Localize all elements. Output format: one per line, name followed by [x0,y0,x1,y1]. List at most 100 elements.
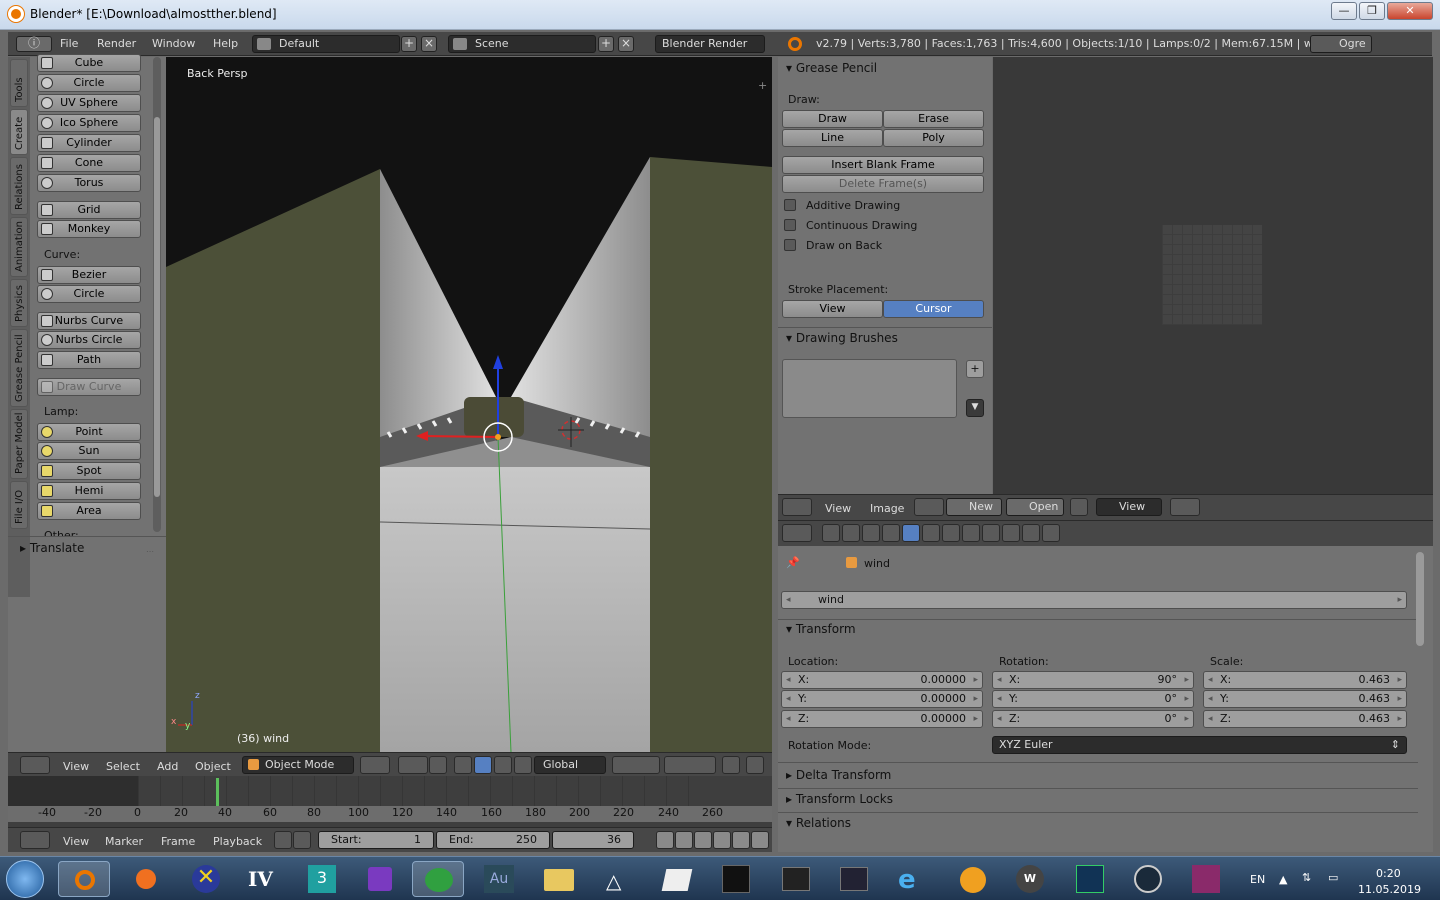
mode-dropdown[interactable]: Object Mode [242,756,354,774]
scene-tab-icon[interactable] [862,524,880,542]
stroke-cursor-button[interactable]: Cursor [883,300,984,318]
layers-group-2[interactable] [664,756,716,774]
gp-line-button[interactable]: Line [782,129,883,147]
add-bezier-button[interactable]: Bezier [37,266,141,284]
image-menu-view[interactable]: View [825,502,851,515]
delta-transform-header[interactable]: ▸ Delta Transform [786,768,891,782]
taskbar-ie[interactable]: e [884,861,936,897]
start-button[interactable] [6,860,44,898]
tab-animation[interactable]: Animation [10,217,28,277]
editor-type-image-button[interactable] [782,498,812,516]
menu-render[interactable]: Render [97,37,136,50]
tab-grease-pencil[interactable]: Grease Pencil [10,329,28,407]
current-frame-marker[interactable] [216,778,219,808]
texture-tab-icon[interactable] [1002,524,1020,542]
scene-dropdown[interactable]: Scene [448,35,596,53]
image-view-mode-dropdown[interactable]: View [1096,498,1162,516]
taskbar-app-3[interactable]: ✕ [180,861,232,897]
taskbar-app-10[interactable]: △ [592,861,644,897]
taskbar-app-w[interactable]: W [1004,861,1056,897]
gp-draw-button[interactable]: Draw [782,110,883,128]
pivot-point-button[interactable] [398,756,428,774]
remove-layout-button[interactable]: × [421,36,437,52]
modifiers-tab-icon[interactable] [942,524,960,542]
drawing-brushes-header[interactable]: ▾ Drawing Brushes [786,331,898,345]
add-cube-button[interactable]: Cube [37,54,141,72]
timeline-menu-frame[interactable]: Frame [161,835,195,848]
editor-type-properties-button[interactable] [782,524,812,542]
add-area-lamp-button[interactable]: Area [37,502,141,520]
timeline-menu-marker[interactable]: Marker [105,835,143,848]
add-sun-lamp-button[interactable]: Sun [37,442,141,460]
browse-image-button[interactable] [914,498,944,516]
transform-locks-header[interactable]: ▸ Transform Locks [786,792,893,806]
gp-poly-button[interactable]: Poly [883,129,984,147]
taskbar-app-2[interactable] [120,861,172,897]
tab-tools[interactable]: Tools [10,59,28,107]
image-pivot-button[interactable] [1170,498,1200,516]
draw-on-back-checkbox[interactable] [784,239,796,251]
continuous-drawing-checkbox[interactable] [784,219,796,231]
drag-grip-icon[interactable]: ⋯ [146,547,154,556]
location-z-field[interactable]: Z: 0.00000 [781,710,983,728]
jump-keyframe-forward-button[interactable] [732,831,750,849]
image-menu-image[interactable]: Image [870,502,904,515]
grease-pencil-header[interactable]: ▾ Grease Pencil [786,61,877,75]
jump-keyframe-back-button[interactable] [675,831,693,849]
add-nurbs-curve-button[interactable]: Nurbs Curve [37,312,141,330]
add-scene-button[interactable]: + [598,36,614,52]
taskbar-intellij[interactable] [710,861,762,897]
maximize-button[interactable]: ❐ [1359,2,1385,20]
taskbar-visual-studio[interactable] [354,861,406,897]
network-icon[interactable]: ⇅ [1302,871,1311,884]
menu-file[interactable]: File [60,37,78,50]
image-editor-area[interactable] [993,57,1433,494]
location-x-field[interactable]: X: 0.00000 [781,671,983,689]
transform-header[interactable]: ▾ Transform [786,622,856,636]
scale-manipulator-button[interactable] [514,756,532,774]
render-preview-button[interactable] [746,756,764,774]
open-image-button[interactable]: Open [1006,498,1064,516]
timeline-menu-view[interactable]: View [63,835,89,848]
taskbar-app-7[interactable] [412,861,464,897]
taskbar-steam[interactable] [1122,861,1174,897]
add-spot-lamp-button[interactable]: Spot [37,462,141,480]
delete-frames-button[interactable]: Delete Frame(s) [782,175,984,193]
translate-panel-header[interactable]: ▸ Translate [20,541,84,555]
tool-shelf-scrollbar[interactable] [153,57,161,532]
properties-scrollbar[interactable] [1416,552,1424,646]
menu-object[interactable]: Object [195,760,231,773]
editor-type-info-button[interactable]: ⓘ [16,36,52,52]
physics-tab-icon[interactable] [1042,524,1060,542]
add-monkey-button[interactable]: Monkey [37,220,141,238]
add-cylinder-button[interactable]: Cylinder [37,134,141,152]
taskbar-audition[interactable]: Au [474,861,526,897]
close-button[interactable]: ✕ [1387,2,1433,20]
clock-time[interactable]: 0:20 [1376,867,1401,880]
menu-help[interactable]: Help [213,37,238,50]
add-path-button[interactable]: Path [37,351,141,369]
rotation-y-field[interactable]: Y: 0° [992,690,1194,708]
language-indicator[interactable]: EN [1250,873,1265,886]
record-button[interactable] [274,831,292,849]
orientation-dropdown[interactable]: Global [534,756,606,774]
relations-header[interactable]: ▾ Relations [786,816,851,830]
scale-x-field[interactable]: X: 0.463 [1203,671,1407,689]
particles-tab-icon[interactable] [1022,524,1040,542]
manipulator-toggle[interactable] [429,756,447,774]
brushes-list[interactable] [782,359,957,418]
taskbar-app-14[interactable] [828,861,880,897]
object-name-field[interactable]: wind [781,591,1407,609]
taskbar-explorer[interactable] [532,861,584,897]
add-point-lamp-button[interactable]: Point [37,423,141,441]
rotation-x-field[interactable]: X: 90° [992,671,1194,689]
timeline-menu-playback[interactable]: Playback [213,835,262,848]
taskbar-app-iv[interactable]: IV [238,861,290,897]
manipulator-icon[interactable] [454,756,472,774]
ogre-toggle[interactable]: Ogre [1310,35,1372,53]
rotation-mode-dropdown[interactable]: XYZ Euler ⇕ [992,736,1407,754]
lock-button[interactable] [293,831,311,849]
menu-select[interactable]: Select [106,760,140,773]
taskbar-app-18[interactable] [1064,861,1116,897]
world-tab-icon[interactable] [882,524,900,542]
